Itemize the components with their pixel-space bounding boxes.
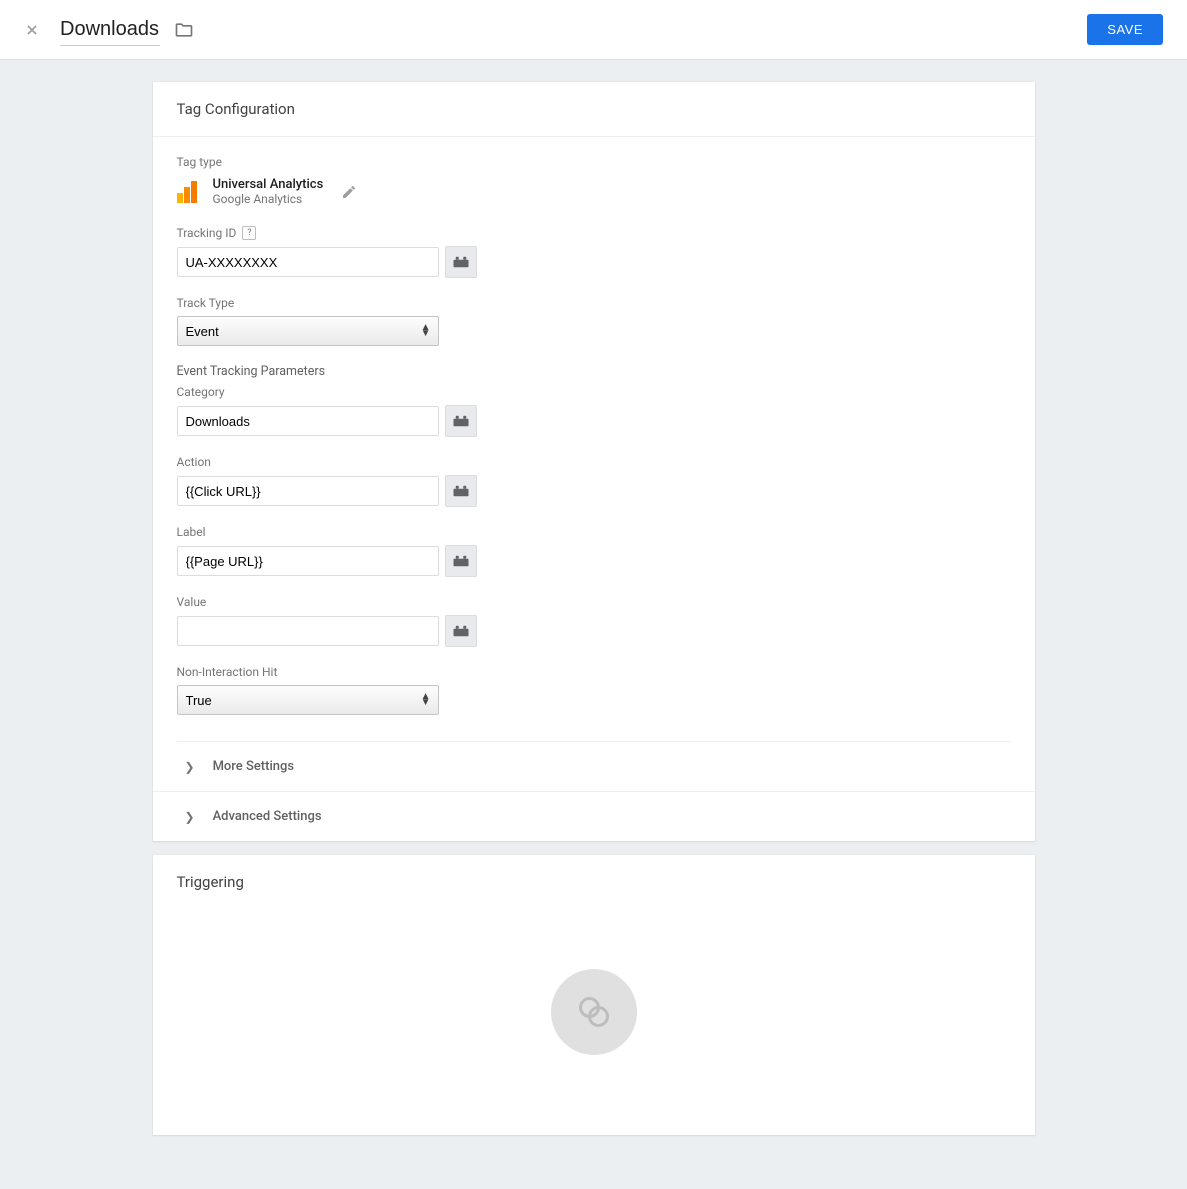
advanced-settings-toggle[interactable]: ❯ Advanced Settings bbox=[153, 791, 1035, 841]
tag-type-subtitle: Google Analytics bbox=[213, 192, 324, 206]
noninteraction-select[interactable]: True bbox=[177, 685, 439, 715]
action-variable-button[interactable] bbox=[445, 475, 477, 507]
value-label: Value bbox=[177, 595, 1011, 609]
tag-type-label: Tag type bbox=[177, 155, 1011, 169]
noninteraction-label: Non-Interaction Hit bbox=[177, 665, 1011, 679]
more-settings-label: More Settings bbox=[213, 759, 295, 774]
advanced-settings-label: Advanced Settings bbox=[213, 809, 322, 824]
label-variable-button[interactable] bbox=[445, 545, 477, 577]
triggering-card: Triggering bbox=[153, 855, 1035, 1135]
analytics-icon bbox=[177, 181, 199, 203]
header-bar: SAVE bbox=[0, 0, 1187, 60]
action-label: Action bbox=[177, 455, 1011, 469]
tag-config-title: Tag Configuration bbox=[153, 82, 1035, 137]
close-button[interactable] bbox=[24, 22, 40, 38]
chevron-right-icon: ❯ bbox=[185, 810, 195, 824]
category-input[interactable] bbox=[177, 406, 439, 436]
folder-button[interactable] bbox=[174, 20, 194, 40]
value-input[interactable] bbox=[177, 616, 439, 646]
lego-icon bbox=[452, 624, 470, 638]
value-variable-button[interactable] bbox=[445, 615, 477, 647]
tracking-id-input[interactable] bbox=[177, 247, 439, 277]
save-button[interactable]: SAVE bbox=[1087, 14, 1163, 45]
chevron-right-icon: ❯ bbox=[185, 760, 195, 774]
tag-type-row: Universal Analytics Google Analytics bbox=[177, 177, 1011, 206]
category-variable-button[interactable] bbox=[445, 405, 477, 437]
add-trigger-button[interactable] bbox=[551, 969, 637, 1055]
track-type-select[interactable]: Event bbox=[177, 316, 439, 346]
lego-icon bbox=[452, 554, 470, 568]
tracking-id-label: Tracking ID ? bbox=[177, 226, 1011, 240]
lego-icon bbox=[452, 255, 470, 269]
tracking-id-variable-button[interactable] bbox=[445, 246, 477, 278]
label-input[interactable] bbox=[177, 546, 439, 576]
lego-icon bbox=[452, 414, 470, 428]
lego-icon bbox=[452, 484, 470, 498]
pencil-icon bbox=[341, 184, 357, 200]
more-settings-toggle[interactable]: ❯ More Settings bbox=[177, 741, 1011, 791]
folder-icon bbox=[174, 20, 194, 40]
trigger-icon bbox=[576, 994, 612, 1030]
track-type-label: Track Type bbox=[177, 296, 1011, 310]
action-input[interactable] bbox=[177, 476, 439, 506]
label-label: Label bbox=[177, 525, 1011, 539]
tag-name-input[interactable] bbox=[60, 14, 160, 46]
tag-type-name: Universal Analytics bbox=[213, 177, 324, 192]
close-icon bbox=[24, 22, 40, 38]
event-params-label: Event Tracking Parameters bbox=[177, 364, 1011, 379]
triggering-title: Triggering bbox=[153, 855, 1035, 909]
main-content: Tag Configuration Tag type Universal Ana… bbox=[0, 60, 1187, 1189]
help-icon[interactable]: ? bbox=[242, 226, 256, 240]
tag-config-card: Tag Configuration Tag type Universal Ana… bbox=[153, 82, 1035, 841]
edit-tag-type-button[interactable] bbox=[341, 184, 357, 200]
category-label: Category bbox=[177, 385, 1011, 399]
